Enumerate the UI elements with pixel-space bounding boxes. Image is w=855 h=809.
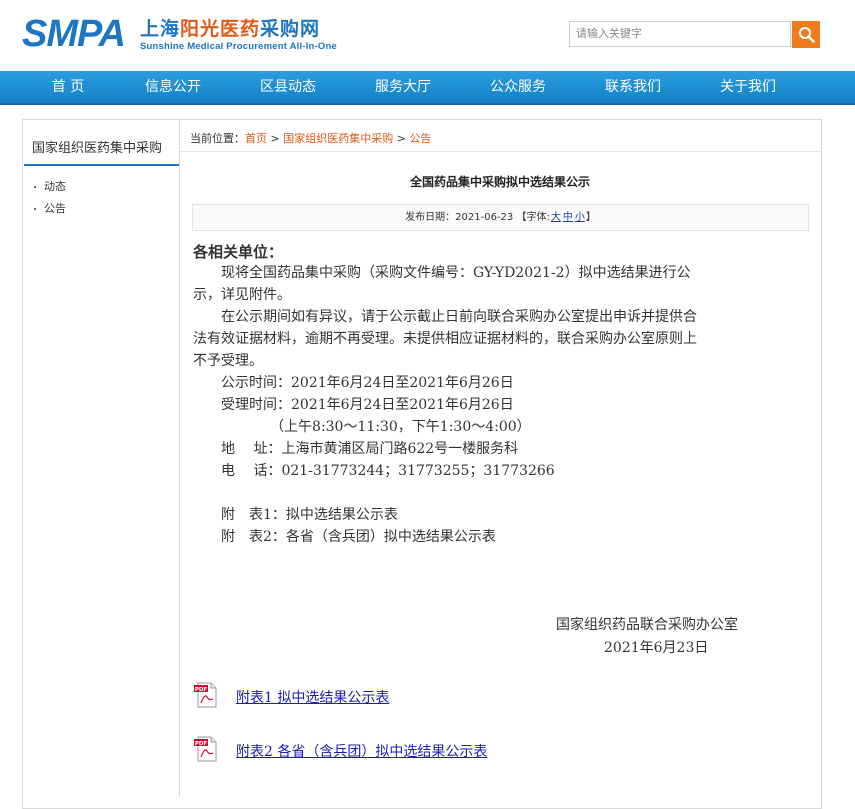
- sidebar-item-news[interactable]: 动态: [34, 178, 66, 194]
- search-box: [569, 21, 792, 47]
- sidebar-item-announcements[interactable]: 公告: [34, 200, 66, 216]
- breadcrumb-label: 当前位置：: [190, 132, 245, 145]
- logo-cn-part-a: 上海: [140, 18, 181, 40]
- font-large-button[interactable]: 大: [551, 212, 561, 223]
- body-line: 公示时间：2021年6月24日至2021年6月26日: [193, 375, 514, 391]
- signature-date: 2021年6月23日: [604, 640, 709, 656]
- body-line: 附 表1：拟中选结果公示表: [193, 507, 398, 523]
- nav-home[interactable]: 首 页: [22, 71, 114, 103]
- search-icon: [799, 27, 815, 43]
- body-line: 法有效证据材料，逾期不再受理。未提供相应证据材料的，联合采购办公室原则上: [193, 331, 697, 347]
- font-size-suffix: 】: [585, 212, 596, 223]
- pdf-file-icon: PDF: [194, 682, 217, 708]
- publish-date: 2021-06-23: [455, 212, 514, 223]
- site-logo[interactable]: SMPA 上海阳光医药采购网 Sunshine Medical Procurem…: [22, 14, 362, 58]
- site-header: SMPA 上海阳光医药采购网 Sunshine Medical Procurem…: [0, 0, 855, 70]
- body-line: 电 话：021-31773244；31773255；31773266: [193, 463, 555, 479]
- article-meta: 发布日期：2021-06-23 【字体:大中小】: [192, 204, 809, 231]
- body-line: 在公示期间如有异议，请于公示截止日前向联合采购办公室提出申诉并提供合: [193, 309, 697, 325]
- breadcrumb-current-link[interactable]: 公告: [409, 132, 431, 145]
- breadcrumb-divider: [180, 151, 821, 152]
- logo-cn-part-b: 阳光医药: [180, 18, 261, 40]
- search-input[interactable]: [570, 22, 792, 46]
- date-label: 发布日期：: [405, 212, 456, 223]
- body-line: 附 表2：各省（含兵团）拟中选结果公示表: [193, 529, 496, 545]
- sidebar-item-label: 动态: [44, 180, 66, 193]
- signature-org: 国家组织药品联合采购办公室: [556, 617, 738, 633]
- logo-chinese-title: 上海阳光医药采购网: [140, 18, 320, 40]
- sidebar-title: 国家组织医药集中采购: [24, 132, 179, 166]
- body-line: 示，详见附件。: [193, 287, 291, 303]
- logo-smpa-text: SMPA: [22, 13, 126, 55]
- nav-info-disclosure[interactable]: 信息公开: [127, 71, 219, 103]
- bullet-icon: [34, 186, 36, 188]
- nav-about-us[interactable]: 关于我们: [702, 71, 794, 103]
- breadcrumb-separator: >: [393, 132, 410, 145]
- article-title: 全国药品集中采购拟中选结果公示: [409, 175, 590, 189]
- breadcrumb-section-link[interactable]: 国家组织医药集中采购: [283, 132, 393, 145]
- bullet-icon: [34, 208, 36, 210]
- nav-public-service[interactable]: 公众服务: [472, 71, 564, 103]
- search-button[interactable]: [792, 21, 820, 48]
- body-line: 不予受理。: [193, 353, 263, 369]
- nav-contact-us[interactable]: 联系我们: [587, 71, 679, 103]
- font-small-button[interactable]: 小: [575, 212, 585, 223]
- body-line: 地 址：上海市黄浦区局门路622号一楼服务科: [193, 441, 519, 457]
- logo-english-tagline: Sunshine Medical Procurement All-In-One: [140, 41, 337, 52]
- breadcrumb-separator: >: [267, 132, 284, 145]
- font-medium-button[interactable]: 中: [563, 212, 573, 223]
- pdf-file-icon: PDF: [194, 736, 217, 762]
- nav-district-news[interactable]: 区县动态: [242, 71, 334, 103]
- font-size-prefix: 【字体:: [516, 212, 550, 223]
- breadcrumb: 当前位置：首页 > 国家组织医药集中采购 > 公告: [190, 130, 431, 146]
- pdf-icon-label: PDF: [195, 741, 208, 747]
- nav-service-hall[interactable]: 服务大厅: [357, 71, 449, 103]
- body-line: （上午8:30～11:30，下午1:30～4:00）: [193, 419, 531, 435]
- logo-cn-part-c: 采购网: [260, 18, 321, 40]
- attachment-link[interactable]: 附表2 各省（含兵团）拟中选结果公示表: [236, 741, 487, 761]
- pdf-icon-label: PDF: [195, 687, 208, 693]
- sidebar-divider: [179, 120, 180, 797]
- attachment-link[interactable]: 附表1 拟中选结果公示表: [236, 687, 389, 707]
- body-line: 现将全国药品集中采购（采购文件编号：GY-YD2021-2）拟中选结果进行公: [193, 265, 691, 281]
- article-greeting: 各相关单位：: [193, 243, 284, 261]
- sidebar-item-label: 公告: [44, 202, 66, 215]
- body-line: 受理时间：2021年6月24日至2021年6月26日: [193, 397, 514, 413]
- main-nav: 首 页 信息公开 区县动态 服务大厅 公众服务 联系我们 关于我们: [0, 71, 855, 105]
- breadcrumb-home-link[interactable]: 首页: [245, 132, 267, 145]
